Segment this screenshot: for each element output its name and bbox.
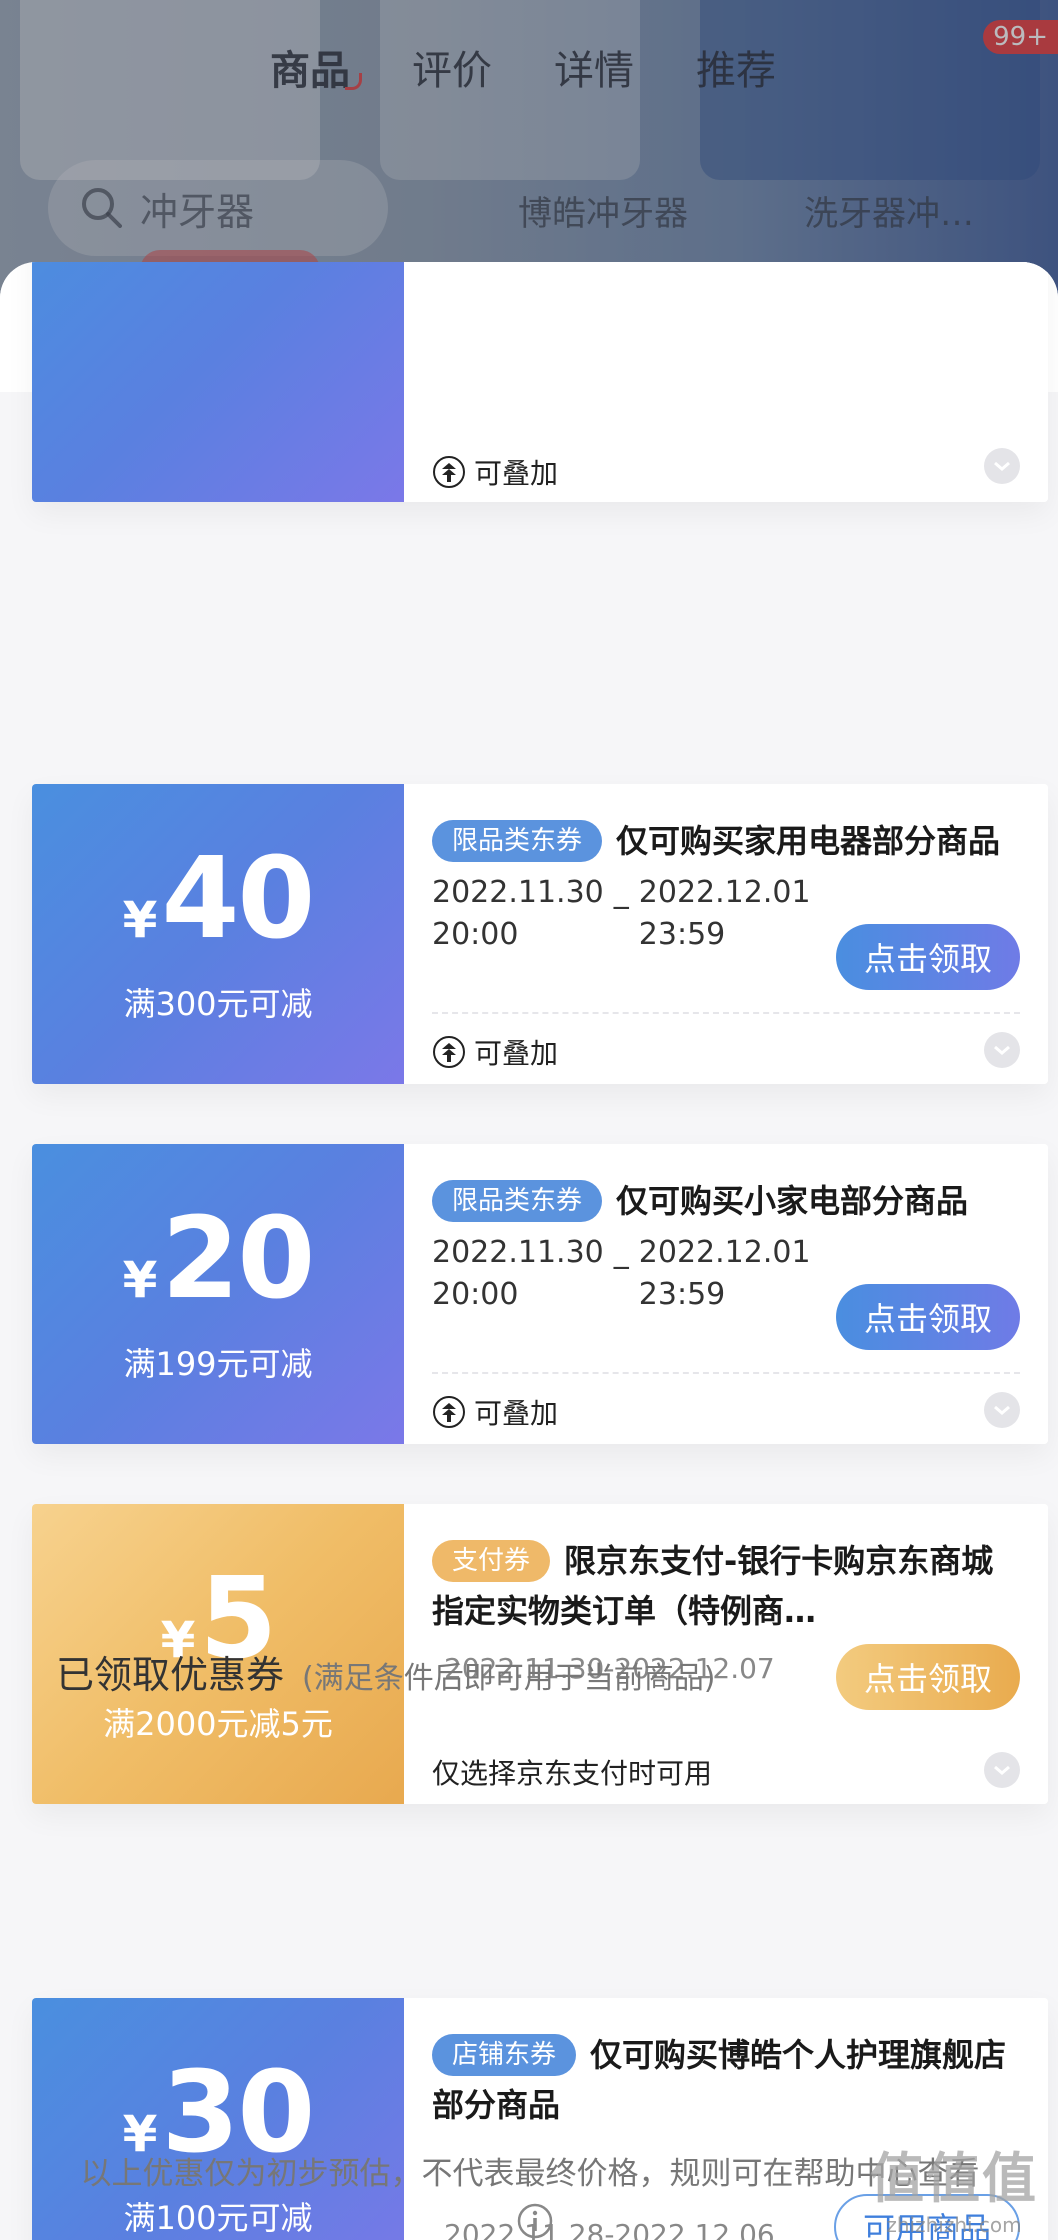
coupon-title: 仅可购买家用电器部分商品 (616, 822, 1001, 860)
coupon-headline: 店铺东券 仅可购买博皓个人护理旗舰店部分商品 (432, 2030, 1020, 2130)
currency-symbol: ¥ (122, 1251, 158, 1309)
coupon-card: ¥ 40 满300元可减 限品类东券 仅可购买家用电器部分商品 2022.11.3… (32, 784, 1048, 1084)
stack-icon (433, 1036, 465, 1068)
coupon-card: ¥ 20 满199元可减 限品类东券 仅可购买小家电部分商品 2022.11.30… (32, 1144, 1048, 1444)
info-icon[interactable] (516, 2202, 554, 2240)
stackable-row: 可叠加 (432, 1032, 1020, 1072)
date-separator: _ (613, 1235, 629, 1270)
coupon-headline: 支付券 限京东支付-银行卡购京东商城指定实物类订单（特例商… (432, 1536, 1020, 1636)
stackable-row: 可叠加 (432, 452, 1020, 492)
coupon-type-tag: 限品类东券 (432, 820, 603, 862)
claimed-section-subtitle: (满足条件后即可用于当前商品) (302, 1661, 716, 1696)
coupon-title: 仅可购买小家电部分商品 (616, 1182, 969, 1220)
coupon-type-tag: 支付券 (432, 1540, 551, 1582)
disclaimer-text: 以上优惠仅为初步预估，不代表最终价格，规则可在帮助中心查看 (80, 2156, 980, 2192)
stackable-row: 可叠加 (432, 1392, 1020, 1432)
coupon-stub: ¥ 20 满199元可减 (32, 1144, 404, 1444)
end-time: 23:59 (638, 1277, 726, 1312)
discount-sheet: 优惠 可叠加 (0, 262, 1058, 2240)
coupon-body: 可叠加 (404, 262, 1048, 502)
overlay-dim[interactable] (0, 0, 1058, 300)
stackable-label: 可叠加 (474, 457, 559, 490)
claimed-section-header: 已领取优惠券 (满足条件后即可用于当前商品) (56, 1644, 715, 1699)
product-page-background: 商品 评价 详情 推荐 99+ 冲牙器 博皓冲牙器 洗牙器冲… (0, 0, 1058, 300)
coupon-condition: 满2000元减5元 (103, 1705, 333, 1743)
end-time: 23:59 (638, 917, 726, 952)
coupon-type-tag: 店铺东券 (432, 2034, 577, 2076)
stack-icon (433, 1396, 465, 1428)
coupon-stub: ¥ 40 满300元可减 (32, 784, 404, 1084)
coupon-headline: 限品类东券 仅可购买小家电部分商品 (432, 1176, 1020, 1226)
payment-note: 仅选择京东支付时可用 (432, 1752, 1020, 1792)
payment-note-text: 仅选择京东支付时可用 (432, 1757, 713, 1790)
end-date: 2022.12.01 (638, 1235, 811, 1270)
amount-value: 40 (161, 834, 315, 964)
watermark-logo: 值值值 (870, 2147, 1038, 2210)
chevron-down-icon[interactable] (984, 448, 1020, 484)
chevron-down-icon[interactable] (984, 1392, 1020, 1428)
disclaimer: 以上优惠仅为初步预估，不代表最终价格，规则可在帮助中心查看 (60, 2150, 1000, 2240)
coupon-amount: ¥ 40 (122, 834, 316, 964)
coupon-body: 限品类东券 仅可购买小家电部分商品 2022.11.30 20:00 _ 2022.… (404, 1144, 1048, 1444)
watermark: 值值值 zhizhizhi.com (870, 2134, 1038, 2237)
claim-button[interactable]: 点击领取 (836, 1644, 1020, 1710)
coupon-type-tag: 限品类东券 (432, 1180, 603, 1222)
start-time: 20:00 (432, 1277, 519, 1312)
stackable-label: 可叠加 (474, 1037, 559, 1070)
claimed-section-title: 已领取优惠券 (56, 1653, 285, 1697)
start-date: 2022.11.30 (432, 875, 604, 910)
coupon-amount: ¥ 20 (122, 1194, 316, 1324)
amount-value: 20 (161, 1194, 315, 1324)
divider (432, 1012, 1020, 1014)
coupon-condition: 满300元可减 (123, 985, 313, 1023)
currency-symbol: ¥ (122, 891, 158, 949)
stack-icon (433, 456, 465, 488)
date-separator: _ (613, 875, 629, 910)
start-time: 20:00 (432, 917, 519, 952)
coupon-body: 限品类东券 仅可购买家用电器部分商品 2022.11.30 20:00 _ 2022… (404, 784, 1048, 1084)
claim-button[interactable]: 点击领取 (836, 924, 1020, 990)
stackable-label: 可叠加 (474, 1397, 559, 1430)
claim-button[interactable]: 点击领取 (836, 1284, 1020, 1350)
start-date: 2022.11.30 (432, 1235, 604, 1270)
end-date: 2022.12.01 (638, 875, 811, 910)
coupon-headline: 限品类东券 仅可购买家用电器部分商品 (432, 816, 1020, 866)
coupon-card-partial: 可叠加 (32, 262, 1048, 502)
coupon-condition: 满199元可减 (123, 1345, 313, 1383)
chevron-down-icon[interactable] (984, 1752, 1020, 1788)
chevron-down-icon[interactable] (984, 1032, 1020, 1068)
watermark-url: zhizhizhi.com (886, 2213, 1022, 2237)
divider (432, 1372, 1020, 1374)
coupon-stub (32, 262, 404, 502)
